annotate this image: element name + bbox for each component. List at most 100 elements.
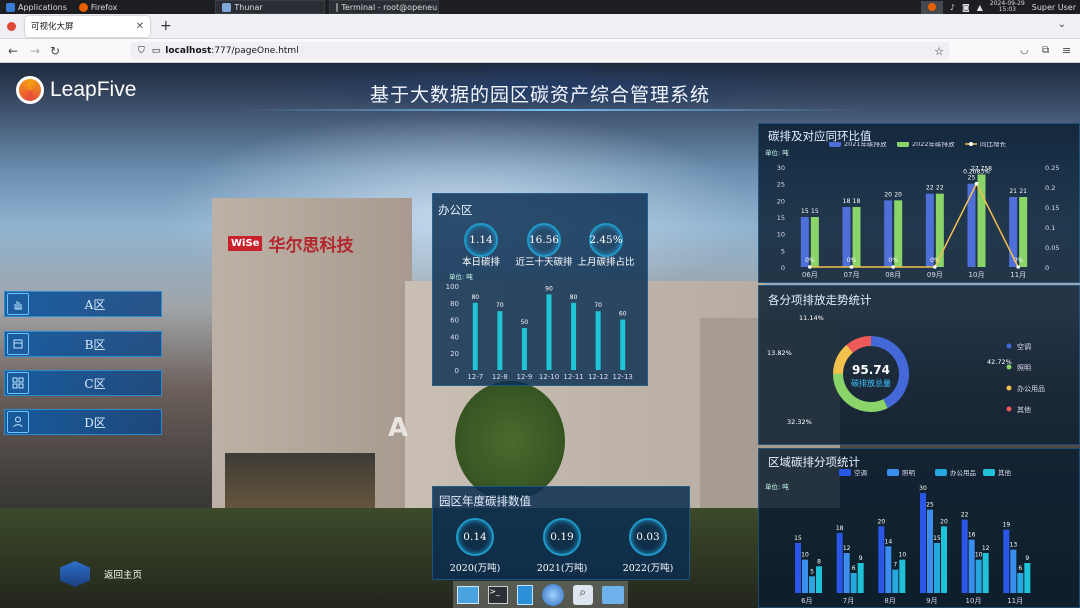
bookmark-star-icon[interactable]: ☆ [934,45,944,58]
legend-label: 办公用品 [950,468,976,477]
x-tick-label: 12-8 [492,373,508,381]
bar [857,563,864,593]
reload-icon[interactable]: ↻ [50,44,60,58]
x-tick-label: 09月 [927,271,943,279]
y2-tick-label: 0.15 [1045,204,1059,212]
growth-point [891,265,895,269]
data-label: 20 [884,191,892,198]
legend-swatch [935,469,947,476]
slice-label: 11.14% [799,314,824,322]
home-button[interactable]: 返回主页 [60,561,142,587]
bar [941,526,947,593]
search-icon[interactable]: ⌕ [572,584,593,605]
firefox-view-icon[interactable] [7,22,16,31]
bar [892,569,899,593]
annual-label: 2021(万吨) [536,563,588,574]
data-label: 25 [968,175,976,182]
y2-tick-label: 0 [1045,264,1049,272]
y-tick-label: 80 [450,300,459,308]
chart-unit-label: 单位: 吨 [449,272,473,281]
legend-swatch [1006,385,1012,391]
pct-label: 0% [805,257,815,264]
office-panel: 办公区 1.14 16.56 2.45% 本日碳排 近三十天碳排 上月碳排占比 … [432,193,648,386]
files-icon[interactable] [517,584,534,605]
data-label: 15 [801,208,809,215]
legend-swatch [829,142,841,147]
region-bar-chart: 单位: 吨空调 照明 办公用品 其他1510586月1812697月20147108月… [765,468,1031,605]
annual-2022-value: 0.03 [629,518,667,556]
bar [1003,529,1010,593]
forward-icon[interactable]: → [30,44,40,58]
y2-tick-label: 0.2 [1045,184,1055,192]
bar [982,553,989,593]
firefox-tray-icon[interactable] [920,0,943,14]
legend-label: 照明 [1017,364,1031,372]
taskbar-thunar[interactable]: Thunar [215,0,326,14]
x-tick-label: 12-13 [613,373,633,381]
y2-tick-label: 0.1 [1045,224,1055,232]
browser-tab[interactable]: 可视化大屏 ✕ [25,15,150,37]
browser-icon[interactable] [541,583,564,606]
growth-point [1016,265,1020,269]
data-label: 15 [933,535,941,542]
extensions-icon[interactable]: ⧉ [1042,45,1049,56]
annual-panel: 园区年度碳排数值 0.14 0.19 0.03 2020(万吨) 2021(万吨… [432,486,690,580]
bar [927,509,933,593]
annual-2021-value: 0.19 [543,518,581,556]
slice-label: 32.32% [787,418,812,426]
folder-icon [222,2,232,12]
new-tab-button[interactable]: + [160,18,172,34]
yoy-bar-chart: 单位: 吨 2021年碳排放 2022年碳排放 同比增长 0 5 10 15 20 25 30 0 0.… [765,142,1059,279]
notification-icon[interactable]: ▲ [977,3,983,12]
data-label: 22 [936,185,944,192]
sidebar-item-c[interactable]: C区 [4,370,162,396]
data-label: 7 [893,562,897,569]
data-label: 22 [961,512,969,519]
x-tick-label: 11月 [1007,597,1023,605]
data-label: 70 [594,302,602,309]
data-label: 80 [570,294,578,301]
data-label: 30 [919,485,927,492]
screen-icon[interactable] [457,585,480,604]
donut-chart: 42.72%空调32.32%照明13.82%办公用品11.14%其他95.74碳… [767,314,1045,426]
folder-icon[interactable] [601,585,624,604]
page-info-icon[interactable]: ▭ [152,46,161,56]
growth-point [808,265,812,269]
bar [961,519,968,593]
sidebar-item-d[interactable]: D区 [4,409,162,435]
pct-label: 0% [888,257,898,264]
os-taskbar: Applications Firefox Thunar Terminal - r… [0,0,1080,14]
data-label: 21 [1019,188,1027,195]
y2-tick-label: 0.25 [1045,164,1059,172]
close-tab-icon[interactable]: ✕ [136,21,144,32]
clock[interactable]: 2024-09-29 15:03 [990,1,1025,13]
user-menu[interactable]: Super User [1032,3,1076,12]
network-icon[interactable]: ◙ [962,3,970,12]
back-icon[interactable]: ← [8,44,18,58]
taskbar-terminal[interactable]: Terminal - root@openeu... [329,0,440,14]
applications-menu[interactable]: Applications [0,0,73,14]
legend-swatch [1006,406,1012,412]
y-tick-label: 20 [777,197,785,205]
url-bar[interactable]: ⛉ ▭ localhost:777/pageOne.html ☆ [130,42,950,60]
office-bar-chart: 单位: 吨 0 20 40 60 80 100 80 12-7 70 12-8 50 12-9 90 12-… [446,272,633,381]
menu-icon[interactable]: ≡ [1062,44,1071,57]
audio-icon[interactable]: ♪ [950,3,955,12]
legend-swatch [897,142,909,147]
taskbar-firefox[interactable]: Firefox [73,0,123,14]
bar [1024,563,1031,593]
bar [878,526,885,593]
pocket-icon[interactable]: ◡ [1020,45,1029,56]
sidebar-item-a[interactable]: A区 [4,291,162,317]
x-tick-label: 07月 [844,271,860,279]
x-tick-label: 8月 [884,597,895,605]
data-label: 80 [471,294,479,301]
x-tick-label: 12-9 [516,373,532,381]
office-stat-1: 1.14 [464,223,498,257]
list-tabs-icon[interactable]: ⌄ [1058,19,1066,30]
terminal-icon[interactable]: >_ [488,585,509,604]
sidebar-item-b[interactable]: B区 [4,331,162,357]
x-tick-label: 12-10 [539,373,559,381]
bar [920,493,926,593]
browser-nav-bar: ← → ↻ ⛉ ▭ localhost:777/pageOne.html ☆ ◡… [0,39,1080,63]
